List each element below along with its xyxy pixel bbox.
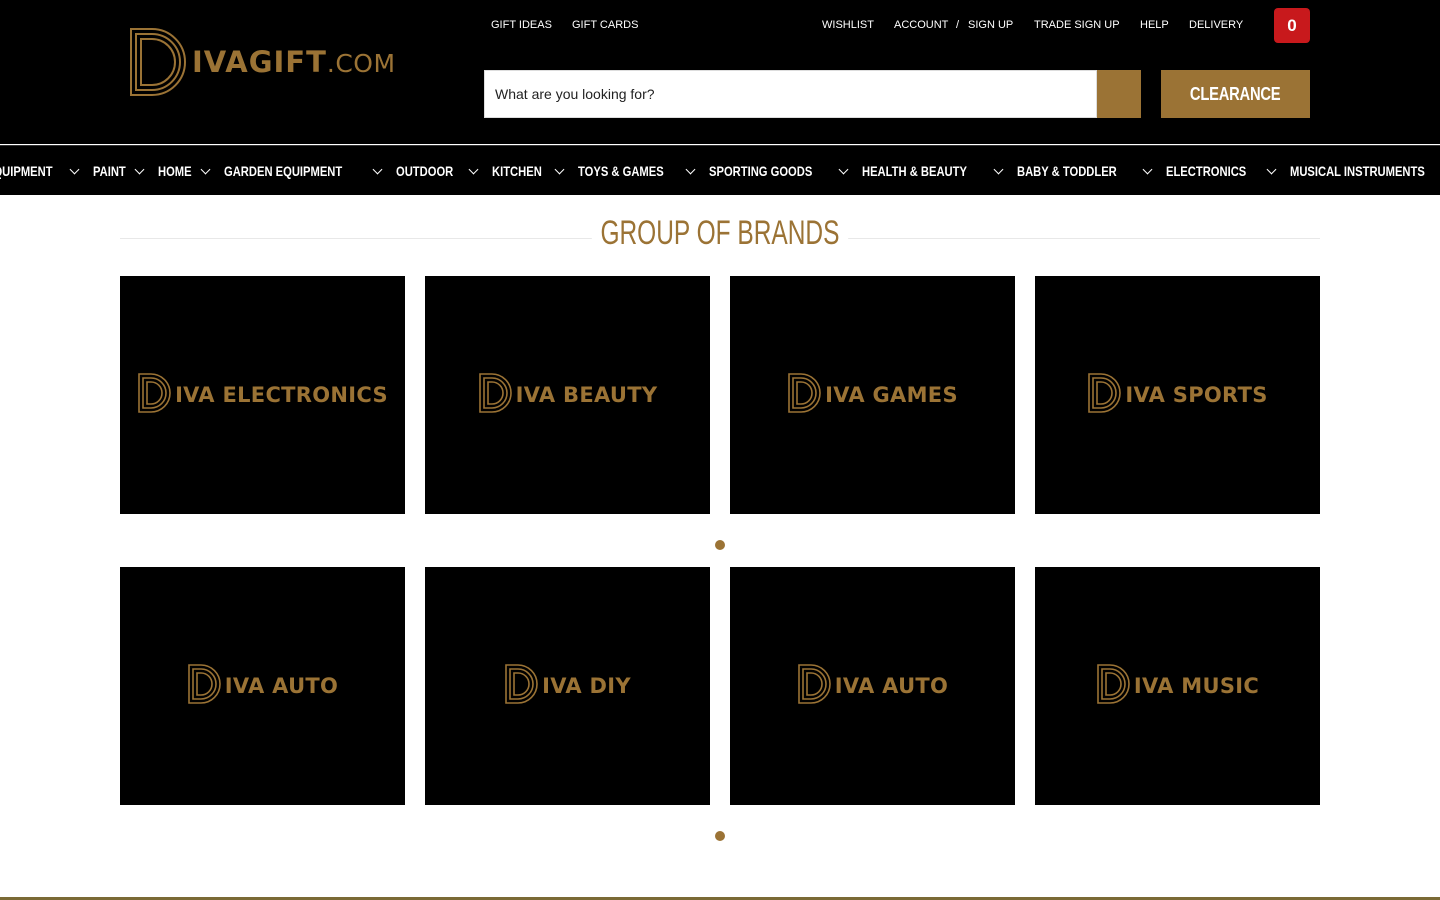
- brand-d-mark-icon: [187, 663, 223, 710]
- category-label: EQUIPMENT: [0, 163, 53, 179]
- category-nav-item[interactable]: GARDEN EQUIPMENT: [224, 163, 383, 179]
- category-nav-item[interactable]: HOME: [158, 163, 211, 179]
- category-label: PAINT: [93, 163, 127, 179]
- chevron-down-icon: [685, 164, 696, 174]
- brand-tile[interactable]: IVA SPORTS: [1035, 276, 1320, 514]
- chevron-down-icon: [372, 164, 383, 174]
- chevron-down-icon: [134, 164, 145, 174]
- category-label: KITCHEN: [491, 163, 542, 179]
- category-label: HOME: [158, 163, 192, 179]
- carousel-dot-row2[interactable]: [715, 831, 725, 841]
- category-label: SPORTING GOODS: [708, 163, 813, 179]
- brand-tile[interactable]: IVA ELECTRONICS: [120, 276, 405, 514]
- category-nav-item[interactable]: SPORTING GOODS: [708, 163, 849, 179]
- category-nav: EQUIPMENT PAINT HOME GARDEN EQUIPMENT OUTDOO…: [0, 145, 1440, 195]
- cart-count: 0: [1287, 15, 1297, 35]
- category-nav-item[interactable]: KITCHEN: [491, 163, 565, 179]
- brand-name: IVA AUTO: [224, 674, 339, 698]
- category-nav-item[interactable]: MUSICAL INSTRUMENTS: [1290, 163, 1440, 179]
- logo-suffix: .COM: [326, 49, 396, 78]
- brands-section-header: GROUP OF BRANDS: [120, 214, 1320, 258]
- chevron-down-icon: [1142, 164, 1153, 174]
- site-header: IVAGIFT.COM GIFT IDEAS GIFT CARDS WISHLI…: [0, 0, 1440, 144]
- category-nav-item[interactable]: OUTDOOR: [396, 163, 479, 179]
- chevron-down-icon: [468, 164, 479, 174]
- chevron-down-icon: [993, 164, 1004, 174]
- gift-cards-link[interactable]: GIFT CARDS: [572, 19, 638, 31]
- chevron-down-icon: [838, 164, 849, 174]
- category-label: GARDEN EQUIPMENT: [224, 163, 343, 179]
- clearance-button[interactable]: CLEARANCE: [1161, 70, 1310, 118]
- wishlist-link[interactable]: WISHLIST: [822, 19, 874, 31]
- brand-name: IVA BEAUTY: [515, 383, 658, 407]
- brand-tile[interactable]: IVA MUSIC: [1035, 567, 1320, 805]
- brand-logo: IVA MUSIC: [1096, 663, 1259, 710]
- brand-name: IVA AUTO: [834, 674, 949, 698]
- brand-name: IVA MUSIC: [1133, 674, 1260, 698]
- category-label: TOYS & GAMES: [577, 163, 664, 179]
- clearance-label: CLEARANCE: [1190, 83, 1281, 104]
- delivery-link[interactable]: DELIVERY: [1189, 19, 1243, 31]
- category-nav-item[interactable]: BABY & TODDLER: [1017, 163, 1153, 179]
- brand-d-mark-icon: [787, 372, 823, 419]
- category-label: HEALTH & BEAUTY: [862, 163, 967, 179]
- brand-name: IVA DIY: [542, 674, 631, 698]
- brand-name: IVA SPORTS: [1125, 383, 1268, 407]
- brand-name: IVA ELECTRONICS: [175, 383, 388, 407]
- account-link[interactable]: ACCOUNT: [894, 19, 948, 31]
- brand-d-mark-icon: [1096, 663, 1132, 710]
- search-button[interactable]: [1097, 70, 1141, 118]
- brand-tile[interactable]: IVA AUTO: [120, 567, 405, 805]
- help-link[interactable]: HELP: [1140, 19, 1169, 31]
- category-nav-item[interactable]: HEALTH & BEAUTY: [862, 163, 1004, 179]
- brand-logo: IVA GAMES: [787, 372, 958, 419]
- category-label: BABY & TODDLER: [1017, 163, 1117, 179]
- brand-logo: IVA BEAUTY: [478, 372, 658, 419]
- brand-logo: IVA DIY: [504, 663, 631, 710]
- category-label: ELECTRONICS: [1165, 163, 1247, 179]
- trade-sign-up-link[interactable]: TRADE SIGN UP: [1034, 19, 1120, 31]
- chevron-down-icon: [554, 164, 565, 174]
- logo-text: IVAGIFT: [192, 45, 327, 79]
- gift-ideas-link[interactable]: GIFT IDEAS: [491, 19, 552, 31]
- chevron-down-icon: [1266, 164, 1277, 174]
- account-separator: /: [956, 19, 960, 31]
- brand-tile[interactable]: IVA BEAUTY: [425, 276, 710, 514]
- brand-d-mark-icon: [797, 663, 833, 710]
- category-nav-track: EQUIPMENT PAINT HOME GARDEN EQUIPMENT OUTDOO…: [0, 146, 1440, 195]
- site-logo[interactable]: IVAGIFT.COM: [128, 26, 428, 98]
- cart-button[interactable]: 0: [1274, 8, 1310, 43]
- category-label: MUSICAL INSTRUMENTS: [1290, 163, 1426, 179]
- chevron-down-icon: [200, 164, 211, 174]
- brand-tile[interactable]: IVA AUTO: [730, 567, 1015, 805]
- brand-tile[interactable]: IVA DIY: [425, 567, 710, 805]
- brand-logo: IVA ELECTRONICS: [137, 372, 388, 419]
- brand-d-mark-icon: [1087, 372, 1123, 419]
- brand-logo: IVA AUTO: [187, 663, 338, 710]
- carousel-dot-row1[interactable]: [715, 540, 725, 550]
- brand-name: IVA GAMES: [825, 383, 958, 407]
- brand-tile[interactable]: IVA GAMES: [730, 276, 1015, 514]
- brand-logo: IVA AUTO: [797, 663, 948, 710]
- brand-d-mark-icon: [504, 663, 540, 710]
- sign-up-link[interactable]: SIGN UP: [968, 19, 1013, 31]
- search-input[interactable]: [484, 70, 1097, 118]
- brand-d-mark-icon: [137, 372, 173, 419]
- category-label: OUTDOOR: [396, 163, 454, 179]
- category-nav-item[interactable]: EQUIPMENT: [0, 163, 80, 179]
- section-title: GROUP OF BRANDS: [591, 214, 849, 253]
- category-nav-item[interactable]: ELECTRONICS: [1165, 163, 1277, 179]
- category-nav-item[interactable]: TOYS & GAMES: [577, 163, 696, 179]
- chevron-down-icon: [69, 164, 80, 174]
- brand-d-mark-icon: [478, 372, 514, 419]
- logo-d-mark-icon: [130, 28, 186, 96]
- category-nav-item[interactable]: PAINT: [93, 163, 145, 179]
- brand-logo: IVA SPORTS: [1087, 372, 1267, 419]
